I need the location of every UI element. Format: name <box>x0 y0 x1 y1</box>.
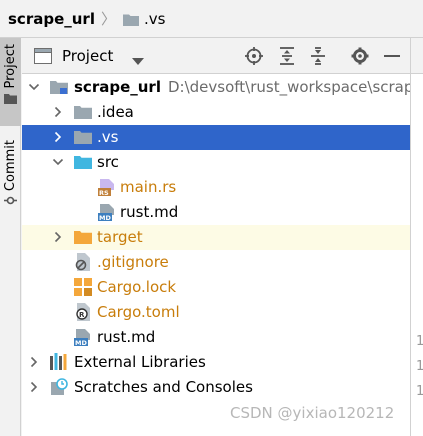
cargo-lock-icon <box>74 278 92 296</box>
commit-tool-tab[interactable]: Commit <box>0 138 21 218</box>
tree-item-gitignore[interactable]: .gitignore <box>22 250 410 275</box>
chevron-right-icon[interactable] <box>52 231 64 243</box>
line-number: 1 <box>416 334 423 349</box>
tree-item-label: rust.md <box>97 328 156 346</box>
tree-item-label: target <box>97 228 143 246</box>
expand-all-button[interactable] <box>277 46 297 66</box>
project-panel-header: Project <box>22 38 410 74</box>
tree-item-label: Scratches and Consoles <box>74 378 253 396</box>
rust-file-icon: RS <box>98 179 116 197</box>
breadcrumb-root[interactable]: scrape_url <box>8 10 95 28</box>
tree-item-label: main.rs <box>120 178 177 196</box>
line-number: 1 <box>416 384 423 399</box>
tree-item-src[interactable]: src <box>22 150 410 175</box>
chevron-right-icon[interactable] <box>28 381 40 393</box>
breadcrumb-separator: 〉 <box>100 10 116 28</box>
chevron-right-icon[interactable] <box>52 131 64 143</box>
tree-item-label: src <box>97 153 119 171</box>
editor-gutter: 1 1 1 <box>410 38 423 436</box>
tree-item-scratches[interactable]: Scratches and Consoles <box>22 375 410 400</box>
tree-item-target[interactable]: target <box>22 225 410 250</box>
svg-text:RS: RS <box>99 189 109 196</box>
chevron-right-icon[interactable] <box>28 356 40 368</box>
folder-icon <box>4 92 17 108</box>
chevron-down-icon[interactable] <box>132 53 144 69</box>
tree-item-src-rust-md[interactable]: MD rust.md <box>22 200 410 225</box>
project-path: D:\devsoft\rust_workspace\scrape_ <box>168 78 423 96</box>
commit-icon <box>4 194 17 211</box>
excluded-folder-icon <box>74 229 92 245</box>
svg-text:MD: MD <box>75 339 87 346</box>
tree-item-main-rs[interactable]: RS main.rs <box>22 175 410 200</box>
cargo-toml-icon: R <box>74 303 92 321</box>
folder-icon <box>74 104 92 120</box>
module-folder-icon <box>50 79 68 95</box>
breadcrumb: scrape_url 〉 .vs <box>0 0 423 38</box>
chevron-right-icon[interactable] <box>52 106 64 118</box>
gitignore-file-icon <box>74 253 92 271</box>
svg-text:MD: MD <box>99 214 111 221</box>
project-panel: Project scrape_url D:\devsoft\rust_works… <box>22 38 423 436</box>
markdown-file-icon: MD <box>98 204 116 222</box>
chevron-down-icon[interactable] <box>52 156 64 168</box>
tree-item-vs[interactable]: .vs <box>22 125 410 150</box>
library-icon <box>50 353 68 370</box>
left-tool-strip: Project Commit <box>0 38 21 436</box>
tree-item-label: .gitignore <box>97 253 169 271</box>
breadcrumb-leaf[interactable]: .vs <box>144 10 165 28</box>
gear-icon[interactable] <box>350 46 370 66</box>
source-folder-icon <box>74 154 92 170</box>
project-tool-tab[interactable]: Project <box>0 38 21 126</box>
tree-item-cargo-toml[interactable]: R Cargo.toml <box>22 300 410 325</box>
markdown-file-icon: MD <box>74 329 92 347</box>
tree-item-root[interactable]: scrape_url D:\devsoft\rust_workspace\scr… <box>22 75 423 100</box>
tree-item-idea[interactable]: .idea <box>22 100 410 125</box>
locate-file-button[interactable] <box>244 46 264 66</box>
tree-item-label: Cargo.toml <box>97 303 180 321</box>
project-tool-label: Project <box>3 44 18 89</box>
tree-item-rust-md[interactable]: MD rust.md <box>22 325 410 350</box>
collapse-all-button[interactable] <box>308 46 328 66</box>
project-view-icon <box>34 48 52 68</box>
tree-item-label: rust.md <box>120 203 179 221</box>
tree-item-external-libraries[interactable]: External Libraries <box>22 350 410 375</box>
commit-tool-label: Commit <box>3 140 18 192</box>
chevron-down-icon[interactable] <box>28 81 40 93</box>
tree-item-label: scrape_url <box>74 78 161 96</box>
svg-text:R: R <box>79 311 85 319</box>
folder-icon <box>122 13 139 26</box>
folder-icon <box>74 129 92 145</box>
tree-item-label: External Libraries <box>74 353 206 371</box>
watermark: CSDN @yixiao120212 <box>230 404 395 422</box>
tree-item-label: .vs <box>97 128 119 146</box>
tree-item-label: Cargo.lock <box>97 278 177 296</box>
scratches-icon <box>50 378 68 395</box>
editor-tab-strip <box>411 38 423 74</box>
line-number: 1 <box>416 359 423 374</box>
tree-item-label: .idea <box>97 103 134 121</box>
hide-panel-button[interactable] <box>382 46 402 66</box>
tree-item-cargo-lock[interactable]: Cargo.lock <box>22 275 410 300</box>
project-panel-title[interactable]: Project <box>62 47 113 65</box>
